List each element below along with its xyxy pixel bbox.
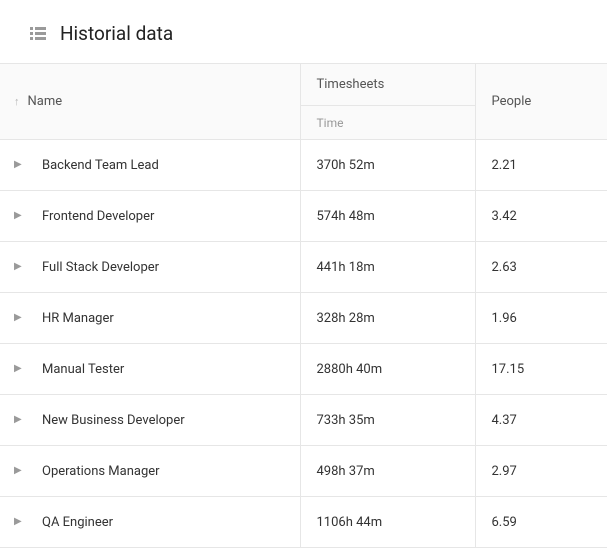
- page-title: Historial data: [60, 22, 173, 45]
- row-people: 3.42: [492, 209, 517, 224]
- row-people: 6.59: [492, 515, 517, 530]
- row-time: 328h 28m: [317, 311, 375, 326]
- table-row: ▶ HR Manager 328h 28m 1.96: [0, 293, 607, 344]
- expand-row-icon[interactable]: ▶: [14, 211, 24, 221]
- row-time: 1106h 44m: [317, 515, 383, 530]
- row-time: 498h 37m: [317, 464, 375, 479]
- column-header-people[interactable]: People: [475, 64, 607, 140]
- list-view-icon: [30, 27, 46, 41]
- column-header-timesheets-label: Timesheets: [317, 77, 385, 92]
- column-header-people-label: People: [492, 94, 532, 109]
- column-header-name-label: Name: [28, 94, 63, 109]
- row-time: 441h 18m: [317, 260, 375, 275]
- expand-row-icon[interactable]: ▶: [14, 364, 24, 374]
- row-name: New Business Developer: [42, 413, 185, 428]
- row-people: 2.21: [492, 158, 517, 173]
- column-header-name[interactable]: ↑ Name: [0, 64, 300, 140]
- row-people: 2.63: [492, 260, 517, 275]
- page-header: Historial data: [0, 0, 607, 63]
- row-people: 4.37: [492, 413, 517, 428]
- row-name: Backend Team Lead: [42, 158, 159, 173]
- expand-row-icon[interactable]: ▶: [14, 466, 24, 476]
- row-time: 2880h 40m: [317, 362, 383, 377]
- row-time: 574h 48m: [317, 209, 375, 224]
- row-time: 370h 52m: [317, 158, 375, 173]
- row-time: 733h 35m: [317, 413, 375, 428]
- expand-row-icon[interactable]: ▶: [14, 262, 24, 272]
- expand-row-icon[interactable]: ▶: [14, 160, 24, 170]
- row-name: Full Stack Developer: [42, 260, 159, 275]
- row-people: 2.97: [492, 464, 517, 479]
- row-name: Operations Manager: [42, 464, 160, 479]
- data-table: ↑ Name Timesheets People Time ▶ Backend T…: [0, 63, 607, 548]
- table-row: ▶ New Business Developer 733h 35m 4.37: [0, 395, 607, 446]
- sort-ascending-icon: ↑: [14, 96, 20, 107]
- column-header-timesheets[interactable]: Timesheets: [300, 64, 475, 106]
- column-subheader-time[interactable]: Time: [300, 106, 475, 140]
- table-row: ▶ Manual Tester 2880h 40m 17.15: [0, 344, 607, 395]
- table-row: ▶ Frontend Developer 574h 48m 3.42: [0, 191, 607, 242]
- column-subheader-time-label: Time: [317, 116, 344, 130]
- table-row: ▶ Operations Manager 498h 37m 2.97: [0, 446, 607, 497]
- row-people: 17.15: [492, 362, 525, 377]
- table-row: ▶ QA Engineer 1106h 44m 6.59: [0, 497, 607, 548]
- expand-row-icon[interactable]: ▶: [14, 313, 24, 323]
- row-name: HR Manager: [42, 311, 114, 326]
- table-row: ▶ Full Stack Developer 441h 18m 2.63: [0, 242, 607, 293]
- row-name: Manual Tester: [42, 362, 124, 377]
- row-name: QA Engineer: [42, 515, 113, 530]
- row-name: Frontend Developer: [42, 209, 154, 224]
- table-row: ▶ Backend Team Lead 370h 52m 2.21: [0, 140, 607, 191]
- row-people: 1.96: [492, 311, 517, 326]
- expand-row-icon[interactable]: ▶: [14, 517, 24, 527]
- expand-row-icon[interactable]: ▶: [14, 415, 24, 425]
